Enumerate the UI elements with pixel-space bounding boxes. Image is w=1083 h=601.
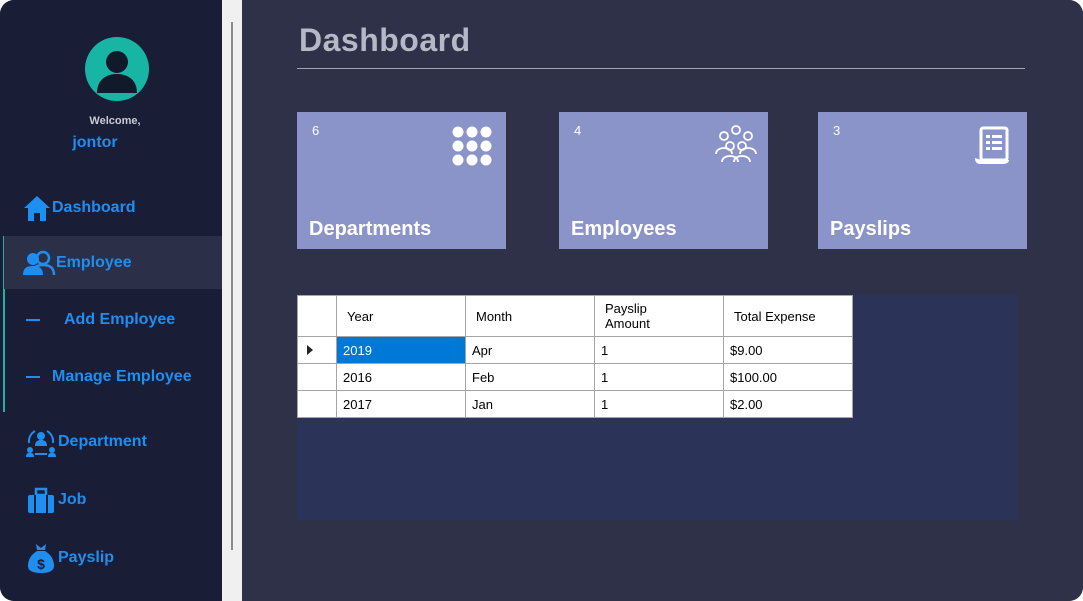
expense-table: Year Month Payslip Amount Total Expense …	[297, 295, 853, 418]
cell-payslip-amount[interactable]: 1	[594, 390, 724, 418]
sidebar-item-label: Payslip	[58, 549, 115, 566]
scrollbar[interactable]	[231, 22, 233, 550]
money-bag-icon: $	[24, 542, 58, 574]
title-divider	[297, 68, 1025, 69]
row-header[interactable]	[297, 390, 337, 418]
header-label: Payslip Amount	[605, 301, 650, 331]
department-icon	[24, 426, 58, 458]
username: jontor	[72, 134, 118, 151]
employees-label: Employees	[571, 218, 677, 240]
people-group-icon	[712, 124, 757, 168]
cell-total-expense[interactable]: $100.00	[723, 363, 853, 391]
column-header-month[interactable]: Month	[465, 295, 595, 337]
table-row[interactable]: 2019 Apr 1 $9.00	[297, 336, 853, 364]
table-header-row: Year Month Payslip Amount Total Expense	[297, 295, 853, 337]
payslips-label: Payslips	[830, 218, 912, 240]
row-header[interactable]	[297, 336, 337, 364]
sidebar-item-job[interactable]: Job	[4, 480, 222, 520]
sidebar-item-label: Employee	[56, 253, 132, 271]
home-icon	[22, 192, 52, 224]
departments-label: Departments	[309, 218, 432, 240]
welcome-text: Welcome,	[89, 115, 141, 127]
departments-card[interactable]: 6 Departments	[297, 112, 506, 249]
sidebar: Welcome, jontor Dashboard Employee Add E…	[0, 0, 222, 601]
cell-payslip-amount[interactable]: 1	[594, 363, 724, 391]
page-title: Dashboard	[299, 22, 471, 58]
sidebar-item-label: Department	[58, 433, 147, 450]
table-row[interactable]: 2017 Jan 1 $2.00	[297, 390, 853, 418]
sidebar-item-label: Job	[58, 491, 87, 508]
cell-year[interactable]: 2017	[336, 390, 466, 418]
payslips-card[interactable]: 3 Payslips	[818, 112, 1027, 249]
user-avatar-icon	[97, 51, 137, 93]
current-row-icon	[307, 344, 313, 355]
row-header-corner[interactable]	[297, 295, 337, 337]
departments-count: 6	[312, 123, 320, 138]
cell-year[interactable]: 2019	[336, 336, 466, 364]
table-row[interactable]: 2016 Feb 1 $100.00	[297, 363, 853, 391]
employees-card[interactable]: 4 Employees	[559, 112, 768, 249]
briefcase-icon	[24, 484, 58, 516]
avatar	[85, 37, 149, 101]
dash-icon	[26, 376, 40, 378]
sidebar-item-label: Dashboard	[52, 199, 136, 216]
column-header-total-expense[interactable]: Total Expense	[723, 295, 853, 337]
grid-dots-icon	[450, 124, 494, 168]
column-header-payslip-amount[interactable]: Payslip Amount	[594, 295, 724, 337]
cell-total-expense[interactable]: $9.00	[723, 336, 853, 364]
cell-payslip-amount[interactable]: 1	[594, 336, 724, 364]
employees-count: 4	[574, 123, 582, 138]
cell-total-expense[interactable]: $2.00	[723, 390, 853, 418]
cell-month[interactable]: Feb	[465, 363, 595, 391]
users-icon	[22, 247, 56, 279]
sidebar-item-payslip[interactable]: $ Payslip	[4, 538, 222, 578]
svg-text:$: $	[37, 556, 45, 572]
row-header[interactable]	[297, 363, 337, 391]
app-window: Welcome, jontor Dashboard Employee Add E…	[0, 0, 1083, 601]
receipt-icon	[971, 124, 1015, 168]
sidebar-item-dashboard[interactable]: Dashboard	[4, 188, 222, 228]
cell-month[interactable]: Apr	[465, 336, 595, 364]
dash-icon	[26, 319, 40, 321]
data-grid-area: Year Month Payslip Amount Total Expense …	[297, 295, 1018, 520]
sidebar-item-department[interactable]: Department	[4, 422, 222, 462]
main-panel: Dashboard 6 Departments 4 Employees 3 Pa…	[242, 0, 1083, 601]
cell-year[interactable]: 2016	[336, 363, 466, 391]
sidebar-item-employee[interactable]: Employee	[4, 236, 222, 289]
sidebar-item-label: Add Employee	[64, 311, 176, 328]
sidebar-item-label: Manage Employee	[52, 368, 192, 385]
sidebar-subitem-add-employee[interactable]: Add Employee	[4, 302, 222, 338]
cell-month[interactable]: Jan	[465, 390, 595, 418]
column-header-year[interactable]: Year	[336, 295, 466, 337]
sidebar-subitem-manage-employee[interactable]: Manage Employee	[4, 359, 222, 395]
payslips-count: 3	[833, 123, 841, 138]
